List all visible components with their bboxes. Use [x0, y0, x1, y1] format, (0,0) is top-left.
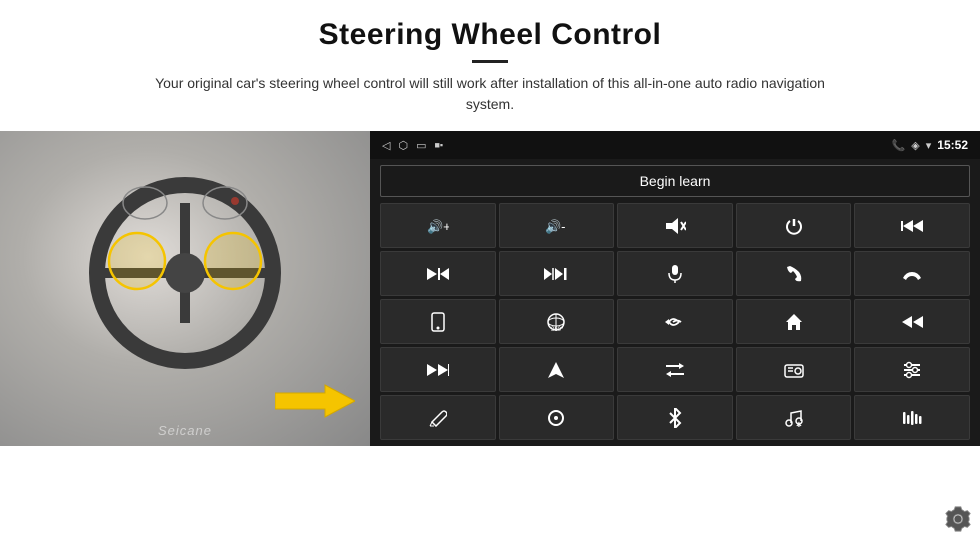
sd-icon: ■▪: [434, 140, 443, 150]
fast-forward-button[interactable]: [380, 347, 496, 392]
settings-corner[interactable]: [944, 505, 972, 538]
wifi-icon: ◈: [911, 139, 919, 152]
header-divider: [472, 60, 508, 63]
circle-button[interactable]: [499, 395, 615, 440]
mute-button[interactable]: [617, 203, 733, 248]
watermark: Seicane: [158, 423, 212, 438]
back-icon: ◁: [382, 139, 390, 152]
android-panel: ◁ ⬡ ▭ ■▪ 📞 ◈ ▾ 15:52 Begin learn: [370, 131, 980, 446]
rewind-button[interactable]: [854, 299, 970, 344]
equalizer-button[interactable]: [854, 395, 970, 440]
clock: 15:52: [937, 138, 968, 152]
header-description: Your original car's steering wheel contr…: [140, 73, 840, 115]
gear-icon: [944, 505, 972, 533]
control-grid: 🔊+ 🔊-: [370, 203, 980, 446]
car-image: Seicane: [0, 131, 370, 446]
status-left-icons: ◁ ⬡ ▭ ■▪: [382, 139, 443, 152]
signal-icon: ▾: [926, 139, 932, 152]
header-section: Steering Wheel Control Your original car…: [140, 0, 840, 121]
content-area: Seicane ◁ ⬡ ▭ ■▪ 📞 ◈ ▾ 15:52: [0, 131, 980, 546]
360-view-button[interactable]: 360°: [499, 299, 615, 344]
page: Steering Wheel Control Your original car…: [0, 0, 980, 546]
vol-down-button[interactable]: 🔊-: [499, 203, 615, 248]
navigate-button[interactable]: [499, 347, 615, 392]
yellow-arrow: [275, 381, 355, 421]
edit-button[interactable]: [380, 395, 496, 440]
music-note-button[interactable]: ✱: [736, 395, 852, 440]
phone-signal-icon: 📞: [892, 139, 906, 152]
next-button[interactable]: [380, 251, 496, 296]
mic-button[interactable]: [617, 251, 733, 296]
svg-text:360°: 360°: [551, 327, 564, 332]
skip-button[interactable]: [499, 251, 615, 296]
settings-adjust-button[interactable]: [854, 347, 970, 392]
swap-button[interactable]: [617, 347, 733, 392]
status-right-icons: 📞 ◈ ▾ 15:52: [892, 138, 968, 152]
phone-hang-button[interactable]: [854, 251, 970, 296]
vol-up-button[interactable]: 🔊+: [380, 203, 496, 248]
home-nav-button[interactable]: [736, 299, 852, 344]
phone2-button[interactable]: [380, 299, 496, 344]
svg-text:🔊-: 🔊-: [545, 218, 566, 235]
radio-button[interactable]: [736, 347, 852, 392]
steering-wheel-svg: [85, 173, 285, 373]
svg-text:🔊+: 🔊+: [427, 218, 449, 235]
page-title: Steering Wheel Control: [140, 18, 840, 52]
recents-icon: ▭: [416, 139, 426, 152]
prev-hold-button[interactable]: [854, 203, 970, 248]
begin-learn-row: Begin learn: [370, 159, 980, 203]
svg-text:✱: ✱: [796, 421, 802, 427]
phone-answer-button[interactable]: [736, 251, 852, 296]
back-nav-button[interactable]: [617, 299, 733, 344]
power-button[interactable]: [736, 203, 852, 248]
status-bar: ◁ ⬡ ▭ ■▪ 📞 ◈ ▾ 15:52: [370, 131, 980, 159]
home-circle-icon: ⬡: [398, 139, 408, 152]
bluetooth-button[interactable]: [617, 395, 733, 440]
begin-learn-button[interactable]: Begin learn: [380, 165, 970, 197]
